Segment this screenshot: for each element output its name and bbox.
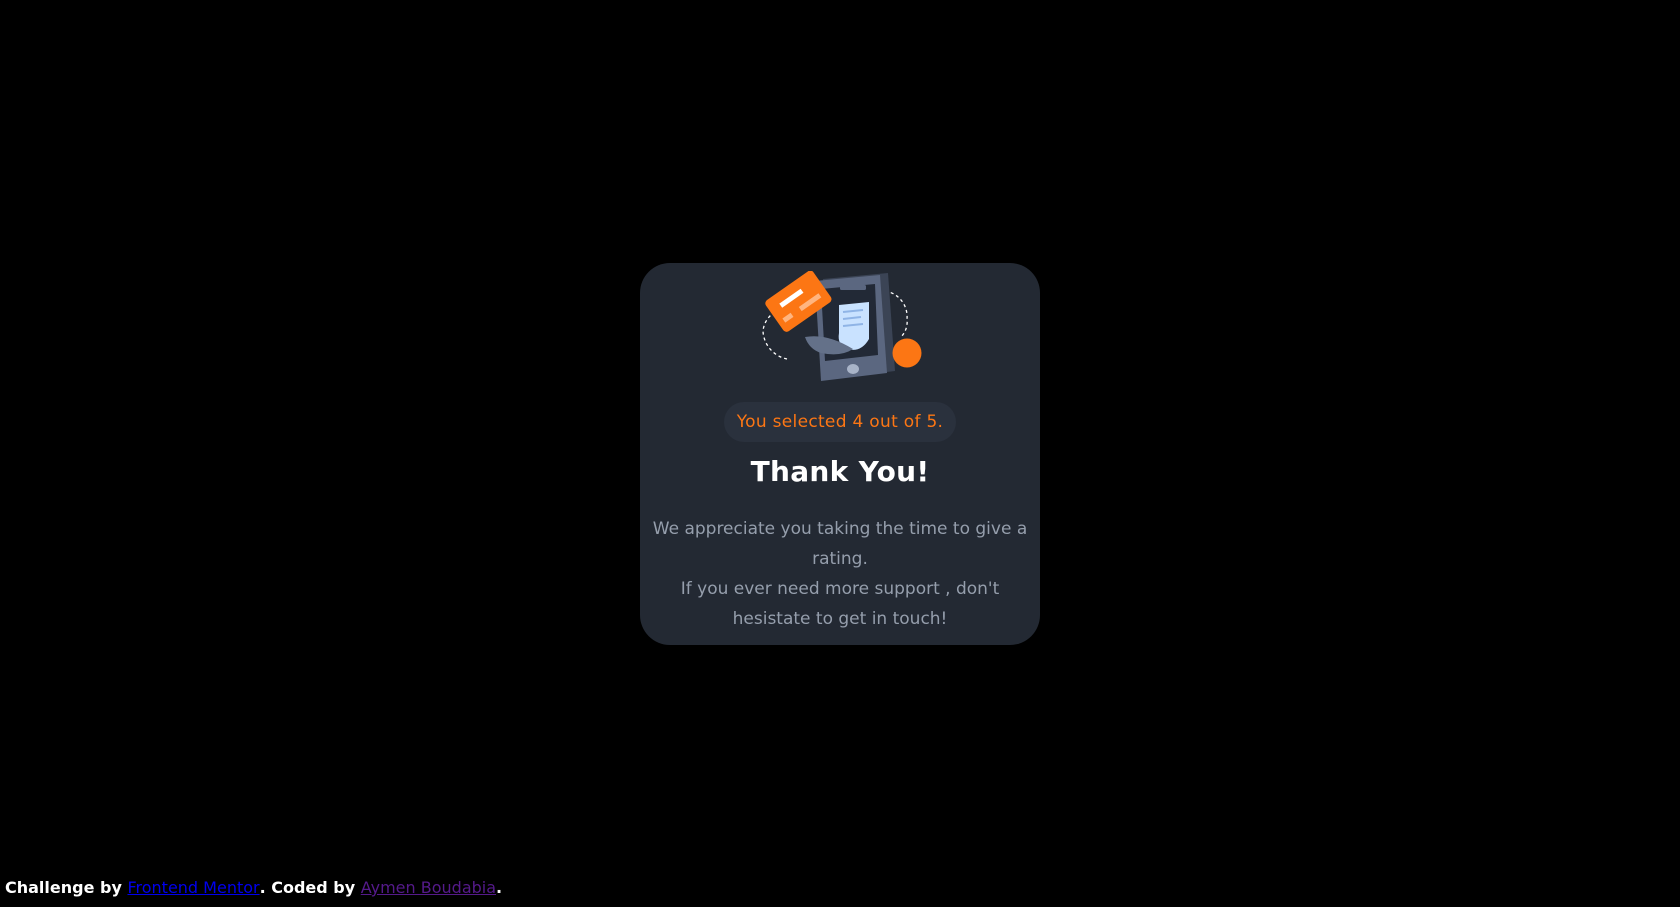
attribution: Challenge by Frontend Mentor. Coded by A… (5, 878, 502, 897)
author-link[interactable]: Aymen Boudabia (361, 878, 496, 897)
thank-you-message: We appreciate you taking the time to giv… (650, 514, 1030, 634)
attribution-suffix: . (496, 878, 503, 897)
attribution-middle: . Coded by (259, 878, 361, 897)
thank-you-card: You selected 4 out of 5. Thank You! We a… (640, 263, 1040, 645)
message-line-support: If you ever need more support , don't he… (680, 579, 1000, 629)
attribution-prefix: Challenge by (5, 878, 128, 897)
message-line-appreciate: We appreciate you taking the time to giv… (652, 519, 1028, 569)
phone-receipt-illustration-icon (762, 271, 922, 381)
selected-rating-badge: You selected 4 out of 5. (724, 402, 956, 442)
page-title: Thank You! (750, 455, 930, 488)
page: You selected 4 out of 5. Thank You! We a… (0, 0, 1680, 907)
frontend-mentor-link[interactable]: Frontend Mentor (127, 878, 259, 897)
